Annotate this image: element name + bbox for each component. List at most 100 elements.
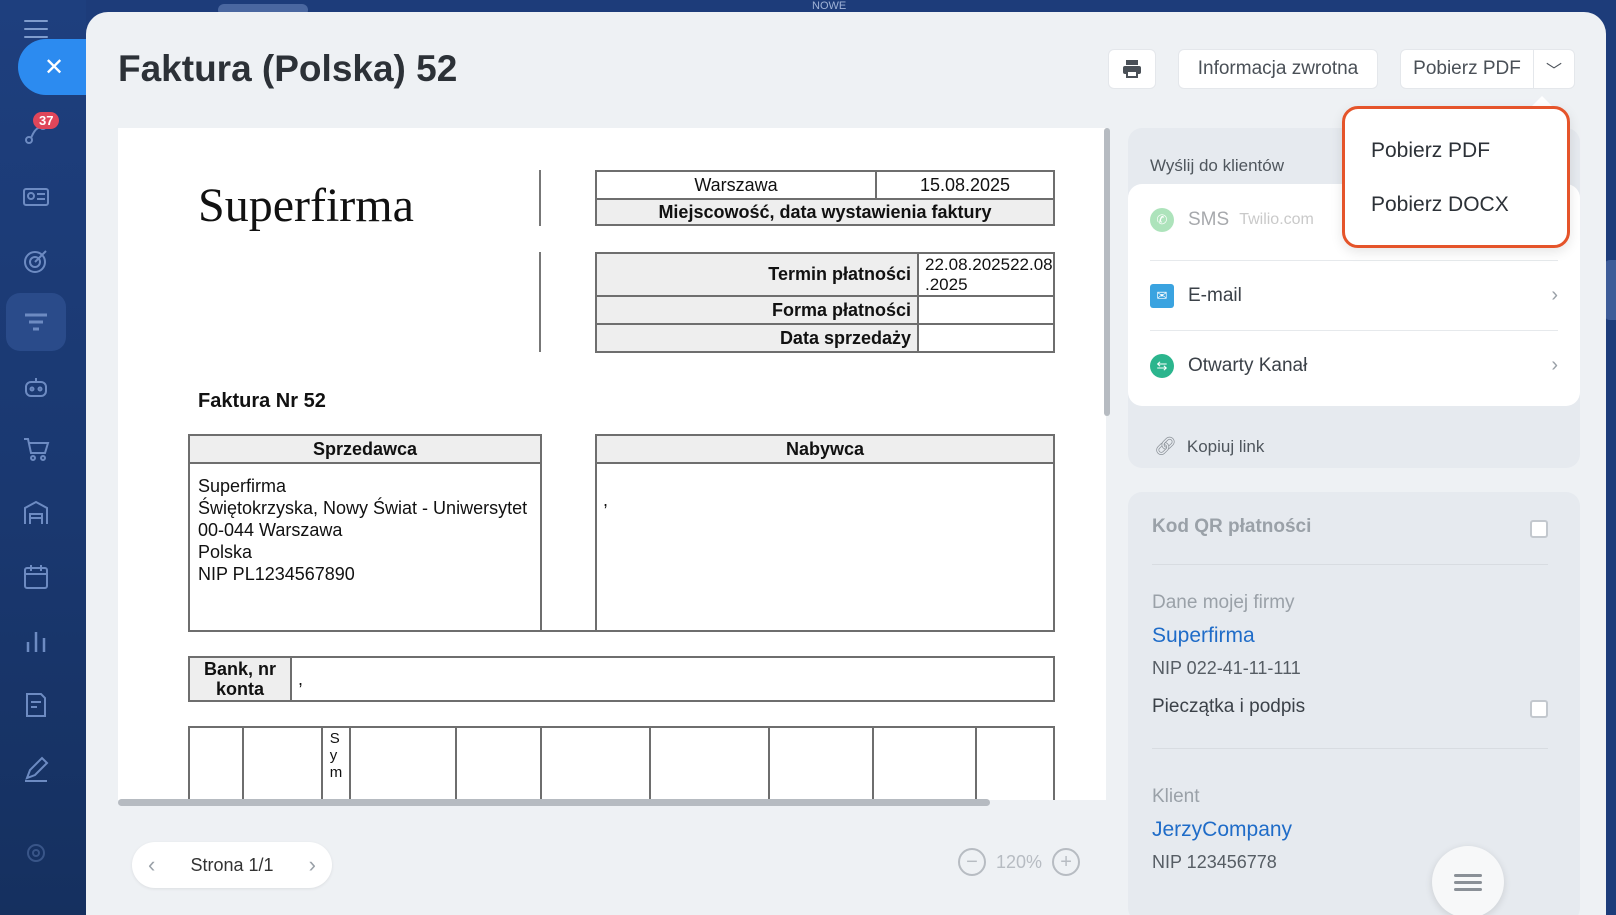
- items-table-cell: [242, 726, 323, 800]
- items-table-cell: [975, 726, 1055, 800]
- vertical-scrollbar[interactable]: [1104, 128, 1110, 416]
- due-date-label: Termin płatności: [595, 252, 919, 297]
- zoom-out-icon[interactable]: −: [958, 848, 986, 876]
- target-icon[interactable]: [19, 244, 53, 278]
- pagination: ‹ Strona 1/1 ›: [132, 842, 332, 888]
- items-table-cell: [872, 726, 977, 800]
- pen-icon[interactable]: [19, 752, 53, 786]
- items-table-cell: [649, 726, 770, 800]
- channel-sms-provider: Twilio.com: [1239, 211, 1314, 228]
- send-title: Wyślij do klientów: [1150, 156, 1284, 175]
- page-indicator: Strona 1/1: [190, 854, 274, 875]
- chart-icon[interactable]: [19, 624, 53, 658]
- place-date-label: Miejscowość, data wystawienia faktury: [595, 198, 1055, 226]
- chevron-right-icon: ›: [1551, 284, 1558, 306]
- seller-details: Superfirma Świętokrzyska, Nowy Świat - U…: [198, 476, 528, 584]
- seller-header: Sprzedawca: [188, 434, 542, 464]
- next-page-icon[interactable]: ›: [309, 852, 316, 878]
- my-company-link[interactable]: Superfirma: [1152, 624, 1255, 648]
- buyer-details: ,: [595, 462, 1055, 632]
- client-nip: NIP 123456778: [1152, 852, 1277, 872]
- whatsapp-icon: ✆: [1150, 208, 1174, 232]
- menu-fab[interactable]: [1432, 846, 1504, 915]
- horizontal-scrollbar[interactable]: [118, 799, 990, 806]
- print-button[interactable]: [1108, 49, 1156, 89]
- email-icon: ✉: [1150, 283, 1174, 308]
- place-cell: Warszawa: [595, 170, 877, 200]
- feedback-button[interactable]: Informacja zwrotna: [1178, 49, 1378, 89]
- contact-card-icon[interactable]: [19, 180, 53, 214]
- gap-cell: [540, 462, 597, 632]
- menu-item-download-docx[interactable]: Pobierz DOCX: [1371, 193, 1509, 217]
- zoom-controls: − 120% +: [958, 848, 1081, 876]
- chevron-down-icon: ﹀: [1545, 63, 1562, 80]
- invoice-document: Superfirma Warszawa 15.08.2025 Miejscowo…: [118, 128, 1106, 800]
- stamp-signature-checkbox[interactable]: [1530, 700, 1548, 718]
- robot-icon[interactable]: [19, 370, 53, 404]
- items-table-cell: [540, 726, 651, 800]
- payment-form-label: Forma płatności: [595, 295, 919, 325]
- copy-link-button[interactable]: 🔗︎ Kopiuj link: [1154, 436, 1264, 457]
- menu-item-download-pdf[interactable]: Pobierz PDF: [1371, 139, 1490, 163]
- invoice-settings-card: Kod QR płatności Dane mojej firmy Superf…: [1128, 492, 1580, 915]
- channel-sms-label: SMS: [1188, 209, 1230, 230]
- download-pdf-button[interactable]: Pobierz PDF: [1400, 49, 1534, 89]
- prev-page-icon[interactable]: ‹: [148, 852, 155, 878]
- bank-value: ,: [290, 656, 1055, 702]
- settings-icon[interactable]: [19, 836, 53, 870]
- client-link[interactable]: JerzyCompany: [1152, 818, 1292, 842]
- bank-label: Bank, nr konta: [188, 656, 292, 702]
- qr-code-label: Kod QR płatności: [1152, 516, 1312, 537]
- app-sidebar: [0, 0, 86, 915]
- invoice-number: Faktura Nr 52: [198, 390, 326, 412]
- page-title: Faktura (Polska) 52: [118, 48, 458, 89]
- list-icon: [1454, 870, 1482, 895]
- due-date-value: 22.08.202522.08 .2025: [917, 252, 1055, 297]
- divider: [539, 252, 541, 352]
- copy-link-label: Kopiuj link: [1186, 436, 1265, 456]
- sale-date-value: [917, 323, 1055, 353]
- channel-email-label: E-mail: [1188, 284, 1242, 306]
- payment-form-value: [917, 295, 1055, 325]
- top-new-label: NOWE: [812, 0, 847, 12]
- channel-open-label: Otwarty Kanał: [1188, 354, 1308, 376]
- chevron-right-icon: ›: [1551, 354, 1558, 376]
- warehouse-icon[interactable]: [19, 496, 53, 530]
- my-company-nip: NIP 022-41-11-111: [1152, 658, 1301, 678]
- document-sign-icon[interactable]: [19, 688, 53, 722]
- cart-icon[interactable]: [19, 432, 53, 466]
- stamp-signature-label: Pieczątka i podpis: [1152, 696, 1306, 717]
- divider: [539, 170, 541, 226]
- date-cell: 15.08.2025: [875, 170, 1055, 200]
- download-dropdown-menu: Pobierz PDF Pobierz DOCX: [1342, 106, 1570, 248]
- items-table-cell: [188, 726, 244, 800]
- items-table-cell: [455, 726, 542, 800]
- my-company-label: Dane mojej firmy: [1152, 592, 1295, 613]
- company-logo-text: Superfirma: [198, 179, 414, 232]
- divider: [1152, 748, 1548, 749]
- download-options-toggle[interactable]: ﹀: [1533, 49, 1575, 89]
- dropdown-arrow: [1532, 96, 1552, 106]
- channel-open-channel[interactable]: ⇆ Otwarty Kanał ›: [1150, 330, 1558, 400]
- client-label: Klient: [1152, 786, 1200, 807]
- zoom-in-icon[interactable]: +: [1052, 848, 1081, 876]
- document-viewer[interactable]: Superfirma Warszawa 15.08.2025 Miejscowo…: [118, 128, 1106, 800]
- filter-icon[interactable]: [6, 293, 66, 351]
- items-table-header-partial: S y m: [321, 726, 351, 800]
- qr-code-checkbox[interactable]: [1530, 520, 1548, 538]
- link-icon: 🔗︎: [1154, 436, 1177, 456]
- open-channel-icon: ⇆: [1150, 353, 1174, 378]
- divider: [1152, 564, 1548, 565]
- close-slider-button[interactable]: ✕: [18, 39, 86, 95]
- close-icon: ✕: [43, 53, 65, 81]
- menu-icon[interactable]: [24, 20, 48, 38]
- items-table-cell: [768, 726, 874, 800]
- zoom-level: 120%: [996, 851, 1043, 872]
- notification-badge: 37: [33, 112, 60, 129]
- channel-email[interactable]: ✉ E-mail ›: [1150, 260, 1558, 330]
- sale-date-label: Data sprzedaży: [595, 323, 919, 353]
- items-table-cell: [349, 726, 457, 800]
- buyer-header: Nabywca: [595, 434, 1055, 464]
- calendar-icon[interactable]: [19, 560, 53, 594]
- printer-icon: [1123, 60, 1141, 78]
